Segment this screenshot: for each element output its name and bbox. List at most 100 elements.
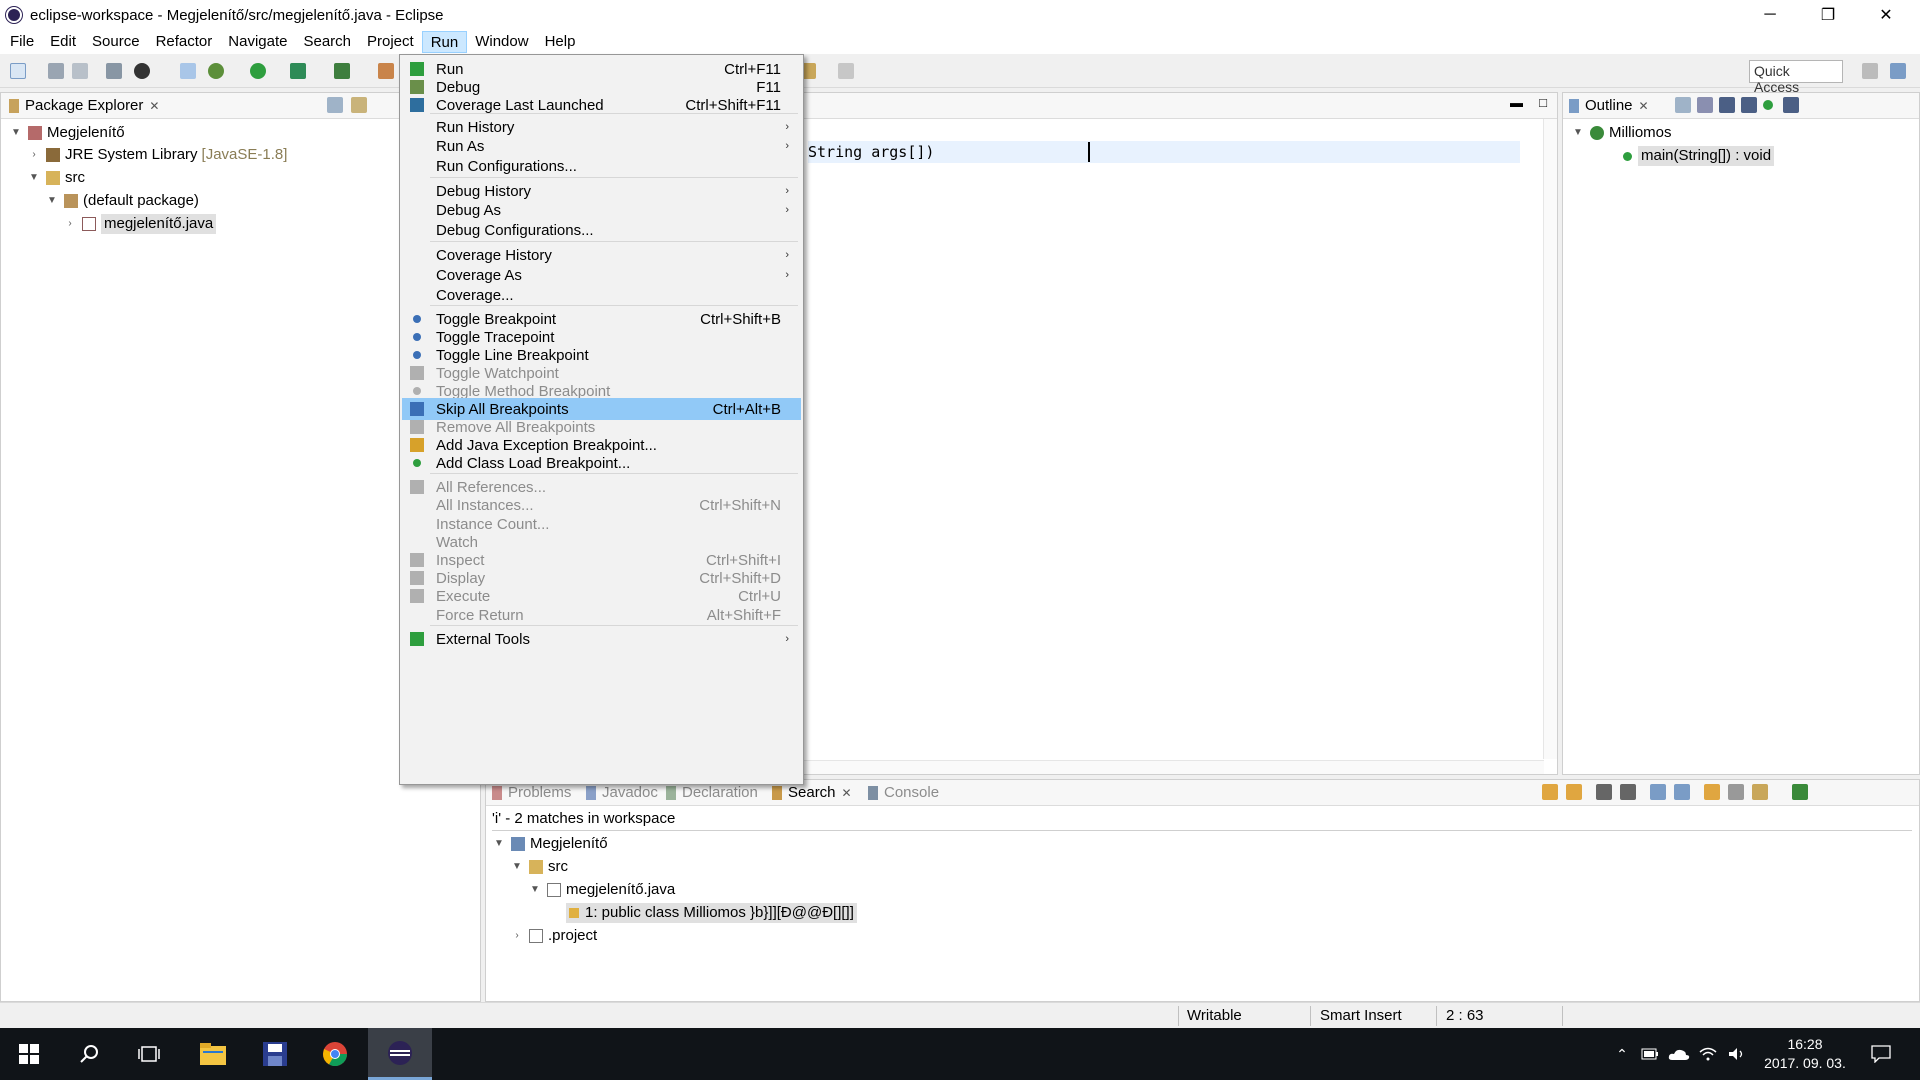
chevron-right-icon[interactable]: › [510, 926, 524, 946]
chrome-icon[interactable] [306, 1028, 364, 1080]
maximize-icon[interactable]: □ [1539, 95, 1547, 110]
new-icon[interactable] [10, 63, 26, 79]
search-tree-project[interactable]: ▼ Megjelenítő [492, 834, 608, 854]
cancel-search-icon[interactable] [1728, 784, 1744, 800]
search-tree-project-file[interactable]: › .project [510, 926, 597, 946]
windows-start-icon[interactable] [0, 1028, 58, 1080]
link-with-editor-icon[interactable] [351, 97, 367, 113]
sort-icon[interactable] [1697, 97, 1713, 113]
chevron-up-icon[interactable]: ⌃ [1608, 1028, 1636, 1080]
menu-edit[interactable]: Edit [42, 31, 84, 53]
coverage-icon[interactable] [290, 63, 306, 79]
next-match-icon[interactable] [1542, 784, 1558, 800]
maximize-button[interactable]: ❐ [1799, 0, 1857, 30]
tab-problems[interactable]: Problems [492, 784, 571, 801]
tab-javadoc[interactable]: Javadoc [586, 784, 658, 801]
tab-search[interactable]: Search ✕ [772, 784, 852, 801]
save-icon[interactable] [48, 63, 64, 79]
select-icon[interactable] [180, 63, 196, 79]
collapse-all-icon[interactable] [1674, 784, 1690, 800]
volume-icon[interactable] [1722, 1028, 1752, 1080]
close-tab-icon[interactable]: ✕ [1639, 99, 1649, 113]
refresh-icon[interactable] [1704, 784, 1720, 800]
chevron-down-icon[interactable]: ▼ [528, 880, 542, 900]
collapse-all-icon[interactable] [327, 97, 343, 113]
minimize-icon[interactable]: ▬ [1510, 95, 1523, 110]
search-icon[interactable] [60, 1028, 118, 1080]
open-perspective-icon[interactable] [1862, 63, 1878, 79]
outline-class-row[interactable]: ▼ Milliomos [1571, 123, 1671, 143]
collapse-all-icon[interactable] [1675, 97, 1691, 113]
chevron-right-icon[interactable]: › [63, 214, 77, 234]
remove-match-icon[interactable] [1596, 784, 1612, 800]
hide-static-icon[interactable] [1741, 97, 1757, 113]
menu-help[interactable]: Help [537, 31, 584, 53]
menu-window[interactable]: Window [467, 31, 536, 53]
java-perspective-icon[interactable] [1890, 63, 1906, 79]
menu-refactor[interactable]: Refactor [148, 31, 221, 53]
menu-file[interactable]: File [2, 31, 42, 53]
vertical-scrollbar[interactable] [1543, 119, 1557, 759]
search-tree-match[interactable]: 1: public class Milliomos }b}]][Ð@@Ð[][]… [566, 903, 857, 923]
terminal-icon[interactable] [106, 63, 122, 79]
menu-run[interactable]: Run [421, 31, 468, 53]
tab-package-explorer[interactable]: Package Explorer ✕ [9, 97, 159, 114]
tree-project-megjelenito[interactable]: ▼ Megjelenítő [9, 123, 125, 143]
menu-item-add-class-load-breakpoint[interactable]: Add Class Load Breakpoint... [402, 452, 801, 474]
onedrive-icon[interactable] [1664, 1028, 1694, 1080]
remove-all-matches-icon[interactable] [1620, 784, 1636, 800]
wifi-icon[interactable] [1694, 1028, 1722, 1080]
menu-item-debug-as[interactable]: Debug As › [402, 199, 801, 221]
hide-local-types-icon[interactable] [1783, 97, 1799, 113]
debug-icon[interactable] [208, 63, 224, 79]
menu-project[interactable]: Project [359, 31, 422, 53]
menu-search[interactable]: Search [295, 31, 359, 53]
task-view-icon[interactable] [120, 1028, 178, 1080]
new-java-package-icon[interactable] [378, 63, 394, 79]
expand-all-icon[interactable] [1650, 784, 1666, 800]
search-tree-src[interactable]: ▼ src [510, 857, 568, 877]
save-all-icon[interactable] [72, 63, 88, 79]
chevron-right-icon[interactable]: › [27, 145, 41, 165]
chevron-down-icon[interactable]: ▼ [27, 168, 41, 188]
search-tree-file[interactable]: ▼ megjelenítő.java [528, 880, 675, 900]
previous-match-icon[interactable] [1566, 784, 1582, 800]
menu-item-debug-configurations[interactable]: Debug Configurations... [402, 219, 801, 241]
close-tab-icon[interactable]: ✕ [149, 99, 159, 113]
menu-item-coverage-last-launched[interactable]: Coverage Last Launched Ctrl+Shift+F11 [402, 94, 801, 116]
hide-fields-icon[interactable] [1719, 97, 1735, 113]
tab-outline[interactable]: Outline ✕ [1569, 97, 1649, 114]
chevron-down-icon[interactable]: ▼ [1571, 123, 1585, 143]
chevron-down-icon[interactable]: ▼ [510, 857, 524, 877]
menu-item-run-configurations[interactable]: Run Configurations... [402, 155, 801, 177]
menu-source[interactable]: Source [84, 31, 148, 53]
close-tab-icon[interactable]: ✕ [842, 786, 852, 800]
tree-jre-library[interactable]: › JRE System Library [JavaSE-1.8] [27, 145, 287, 165]
hide-nonpublic-icon[interactable] [1763, 100, 1773, 110]
menu-item-coverage-as[interactable]: Coverage As › [402, 264, 801, 286]
menu-item-coverage[interactable]: Coverage... [402, 284, 801, 306]
run-icon[interactable] [250, 63, 266, 79]
forward-icon[interactable] [838, 63, 854, 79]
tab-declaration[interactable]: Declaration [666, 784, 758, 801]
notifications-icon[interactable] [1858, 1028, 1904, 1080]
code-text[interactable]: String args[]) [808, 143, 934, 161]
tree-default-package[interactable]: ▼ (default package) [45, 191, 199, 211]
clock[interactable]: 16:28 2017. 09. 03. [1760, 1035, 1850, 1073]
quick-access-input[interactable]: Quick Access [1749, 60, 1843, 95]
tree-file-megjelenito[interactable]: › megjelenítő.java [63, 214, 217, 234]
close-button[interactable]: ✕ [1857, 0, 1915, 30]
chevron-down-icon[interactable]: ▼ [9, 123, 23, 143]
match-row[interactable]: 1: public class Milliomos }b}]][Ð@@Ð[][]… [566, 903, 857, 923]
minimize-button[interactable]: ─ [1741, 0, 1799, 30]
menu-navigate[interactable]: Navigate [220, 31, 295, 53]
skip-breakpoints-toolbar-icon[interactable] [134, 63, 150, 79]
save-app-icon[interactable] [246, 1028, 304, 1080]
search-history-icon[interactable] [1752, 784, 1768, 800]
external-tools-icon[interactable] [334, 63, 350, 79]
eclipse-taskbar-icon[interactable] [368, 1028, 432, 1080]
menu-item-coverage-history[interactable]: Coverage History › [402, 244, 801, 266]
battery-icon[interactable] [1636, 1028, 1664, 1080]
chevron-down-icon[interactable]: ▼ [45, 191, 59, 211]
pin-view-icon[interactable] [1792, 784, 1808, 800]
